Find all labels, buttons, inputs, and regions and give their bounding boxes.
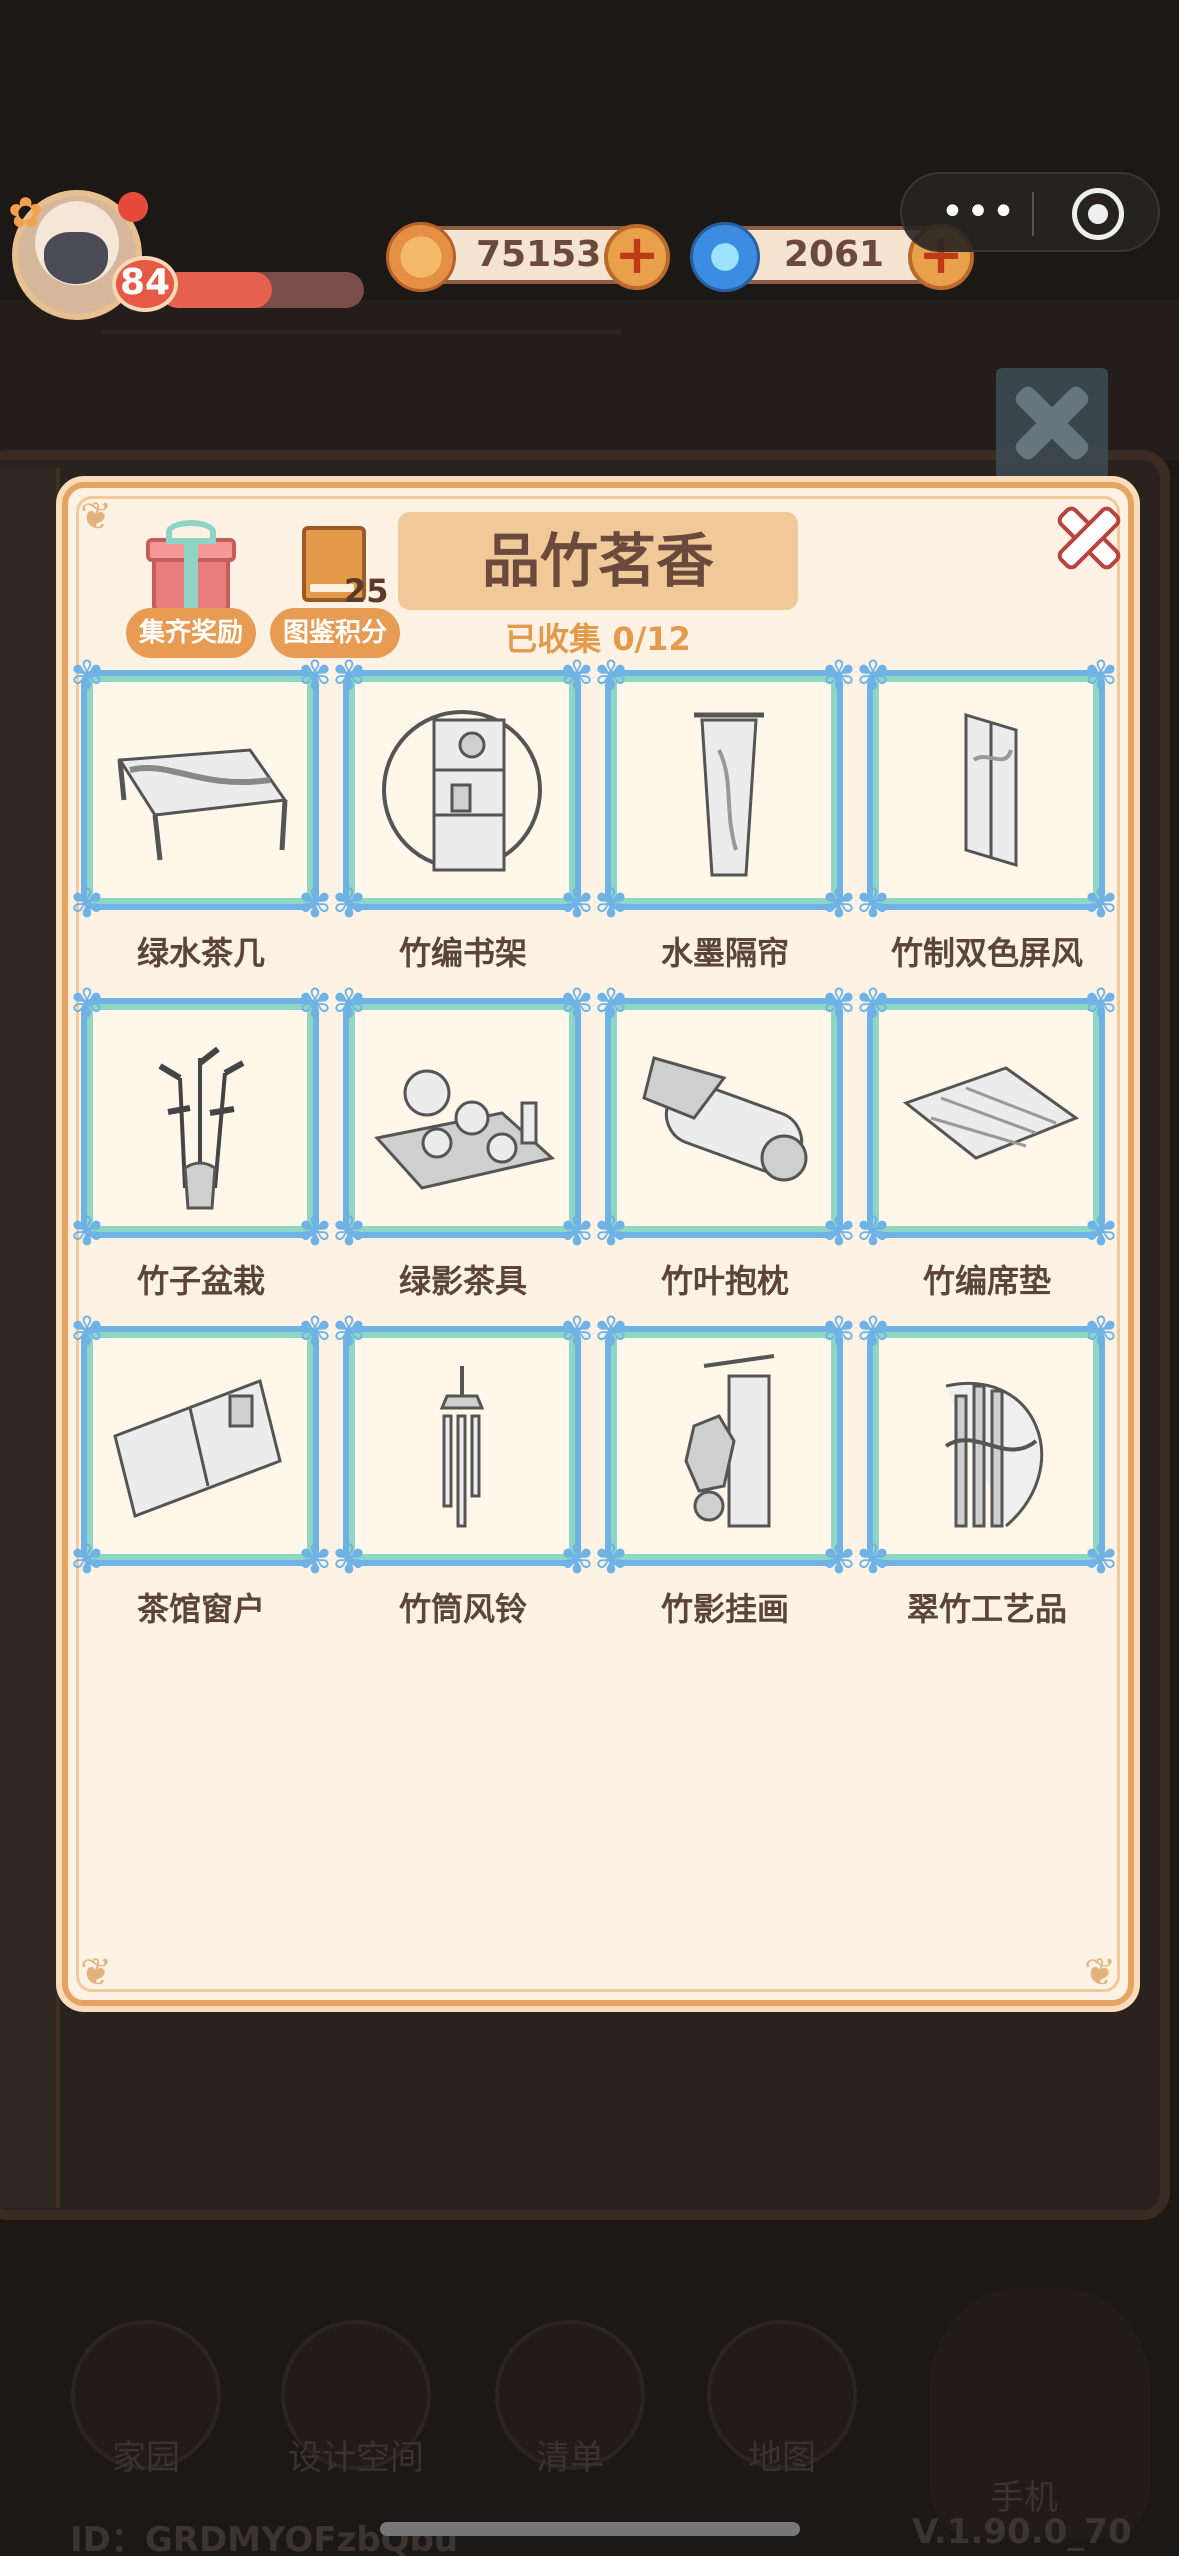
knot-ornament-icon: ✾	[1084, 653, 1118, 699]
album-points-label[interactable]: 图鉴积分	[270, 608, 400, 658]
item-name: 竹子盆栽	[136, 1262, 265, 1300]
bamboo-bonsai-icon	[158, 1046, 245, 1210]
nav-design-label: 设计空间	[288, 2438, 424, 2478]
flower-icon: ✿	[8, 188, 44, 237]
album-item[interactable]: ✾ ✾ ✾ ✾ 竹制双色屏风	[856, 656, 1118, 978]
bamboo-craft-icon	[944, 1382, 1044, 1528]
item-name: 竹叶抱枕	[660, 1262, 789, 1300]
item-name: 竹筒风铃	[398, 1590, 527, 1628]
knot-ornament-icon: ✾	[332, 1537, 366, 1583]
avatar-character	[44, 232, 108, 284]
item-name: 茶馆窗户	[136, 1590, 265, 1628]
version-label: V.1.90.0_70	[912, 2512, 1132, 2552]
nav-home-button[interactable]: 家园	[66, 2320, 226, 2479]
item-name: 竹制双色屏风	[890, 934, 1083, 972]
corner-ornament-icon: ❦	[80, 494, 112, 538]
home-indicator	[380, 2522, 800, 2536]
knot-ornament-icon: ✾	[1084, 1309, 1118, 1355]
add-coins-button[interactable]: +	[604, 224, 670, 290]
knot-ornament-icon: ✾	[1084, 981, 1118, 1027]
ink-curtain-icon	[694, 712, 764, 877]
background-close-icon	[996, 368, 1108, 478]
pin-icon	[118, 192, 148, 222]
album-title: 品竹茗香	[398, 512, 798, 610]
album-item[interactable]: ✾ ✾ ✾ ✾ 竹筒风铃	[332, 1312, 594, 1634]
album-item[interactable]: ✾ ✾ ✾ ✾ 翠竹工艺品	[856, 1312, 1118, 1634]
knot-ornament-icon: ✾	[594, 1209, 628, 1255]
item-name: 竹编席垫	[922, 1262, 1051, 1300]
album-item[interactable]: ✾ ✾ ✾ ✾ 竹叶抱枕	[594, 984, 856, 1306]
knot-ornament-icon: ✾	[1084, 1209, 1118, 1255]
item-name: 绿影茶具	[398, 1262, 527, 1300]
wind-chime-icon	[439, 1366, 485, 1528]
coin-counter: 75153 +	[386, 222, 670, 292]
folding-screen-icon	[964, 712, 1018, 868]
gift-bow	[166, 520, 216, 544]
corner-ornament-icon: ❦	[1084, 1950, 1116, 1994]
xp-bar	[160, 272, 364, 308]
nav-list-label: 清单	[536, 2438, 604, 2478]
knot-ornament-icon: ✾	[1084, 1537, 1118, 1583]
nav-list-button[interactable]: 清单	[490, 2320, 650, 2479]
knot-ornament-icon: ✾	[70, 881, 104, 927]
bolster-pillow-icon	[642, 1056, 808, 1182]
album-points-value: 25	[344, 572, 389, 610]
bamboo-bookshelf-icon	[382, 710, 542, 872]
knot-ornament-icon: ✾	[70, 1537, 104, 1583]
album-item[interactable]: ✾ ✾ ✾ ✾ 竹子盆栽	[70, 984, 332, 1306]
item-name: 竹影挂画	[660, 1590, 789, 1628]
woven-mat-icon	[902, 1066, 1080, 1160]
item-name: 竹编书架	[398, 934, 527, 972]
knot-ornament-icon: ✾	[70, 1209, 104, 1255]
knot-ornament-icon: ✾	[594, 881, 628, 927]
teahouse-window-icon	[113, 1378, 282, 1519]
album-item[interactable]: ✾ ✾ ✾ ✾ 绿影茶具	[332, 984, 594, 1306]
mini-program-capsule: •••	[900, 172, 1160, 252]
coin-value: 75153	[476, 234, 602, 275]
nav-map-label: 地图	[748, 2438, 816, 2478]
nav-design-button[interactable]: 设计空间	[276, 2320, 436, 2479]
item-name: 水墨隔帘	[660, 934, 789, 972]
level-badge: 84	[112, 256, 178, 312]
background-roof	[58, 330, 622, 450]
album-item[interactable]: ✾ ✾ ✾ ✾ 茶馆窗户	[70, 1312, 332, 1634]
spiral-gem-icon	[690, 222, 760, 292]
knot-ornament-icon: ✾	[594, 1537, 628, 1583]
item-name: 绿水茶几	[136, 934, 265, 972]
album-item[interactable]: ✾ ✾ ✾ ✾ 竹影挂画	[594, 1312, 856, 1634]
gem-value: 2061	[783, 234, 885, 275]
close-program-button[interactable]	[1072, 188, 1124, 240]
knot-ornament-icon: ✾	[856, 881, 890, 927]
nav-map-button[interactable]: 地图	[702, 2320, 862, 2479]
album-item[interactable]: ✾ ✾ ✾ ✾ 竹编书架	[332, 656, 594, 978]
knot-ornament-icon: ✾	[332, 881, 366, 927]
tea-set-icon	[374, 1069, 556, 1190]
close-panel-button[interactable]	[1048, 498, 1120, 570]
corner-ornament-icon: ❦	[80, 1950, 112, 1994]
knot-ornament-icon: ✾	[856, 1537, 890, 1583]
coin-icon	[386, 222, 456, 292]
nav-home-label: 家园	[112, 2438, 180, 2478]
knot-ornament-icon: ✾	[1084, 881, 1118, 927]
capsule-divider	[1032, 192, 1034, 236]
more-menu-button[interactable]: •••	[934, 190, 1024, 234]
item-name: 翠竹工艺品	[906, 1590, 1067, 1628]
tea-table-icon	[117, 748, 288, 861]
knot-ornament-icon: ✾	[856, 1209, 890, 1255]
collect-reward-label[interactable]: 集齐奖励	[126, 608, 256, 658]
album-item[interactable]: ✾ ✾ ✾ ✾ 竹编席垫	[856, 984, 1118, 1306]
album-item[interactable]: ✾ ✾ ✾ ✾ 水墨隔帘	[594, 656, 856, 978]
album-item[interactable]: ✾ ✾ ✾ ✾ 绿水茶几	[70, 656, 332, 978]
background-book-spine	[0, 468, 60, 2208]
gift-ribbon	[184, 538, 198, 612]
hanging-scroll-icon	[684, 1354, 775, 1528]
knot-ornament-icon: ✾	[332, 1209, 366, 1255]
